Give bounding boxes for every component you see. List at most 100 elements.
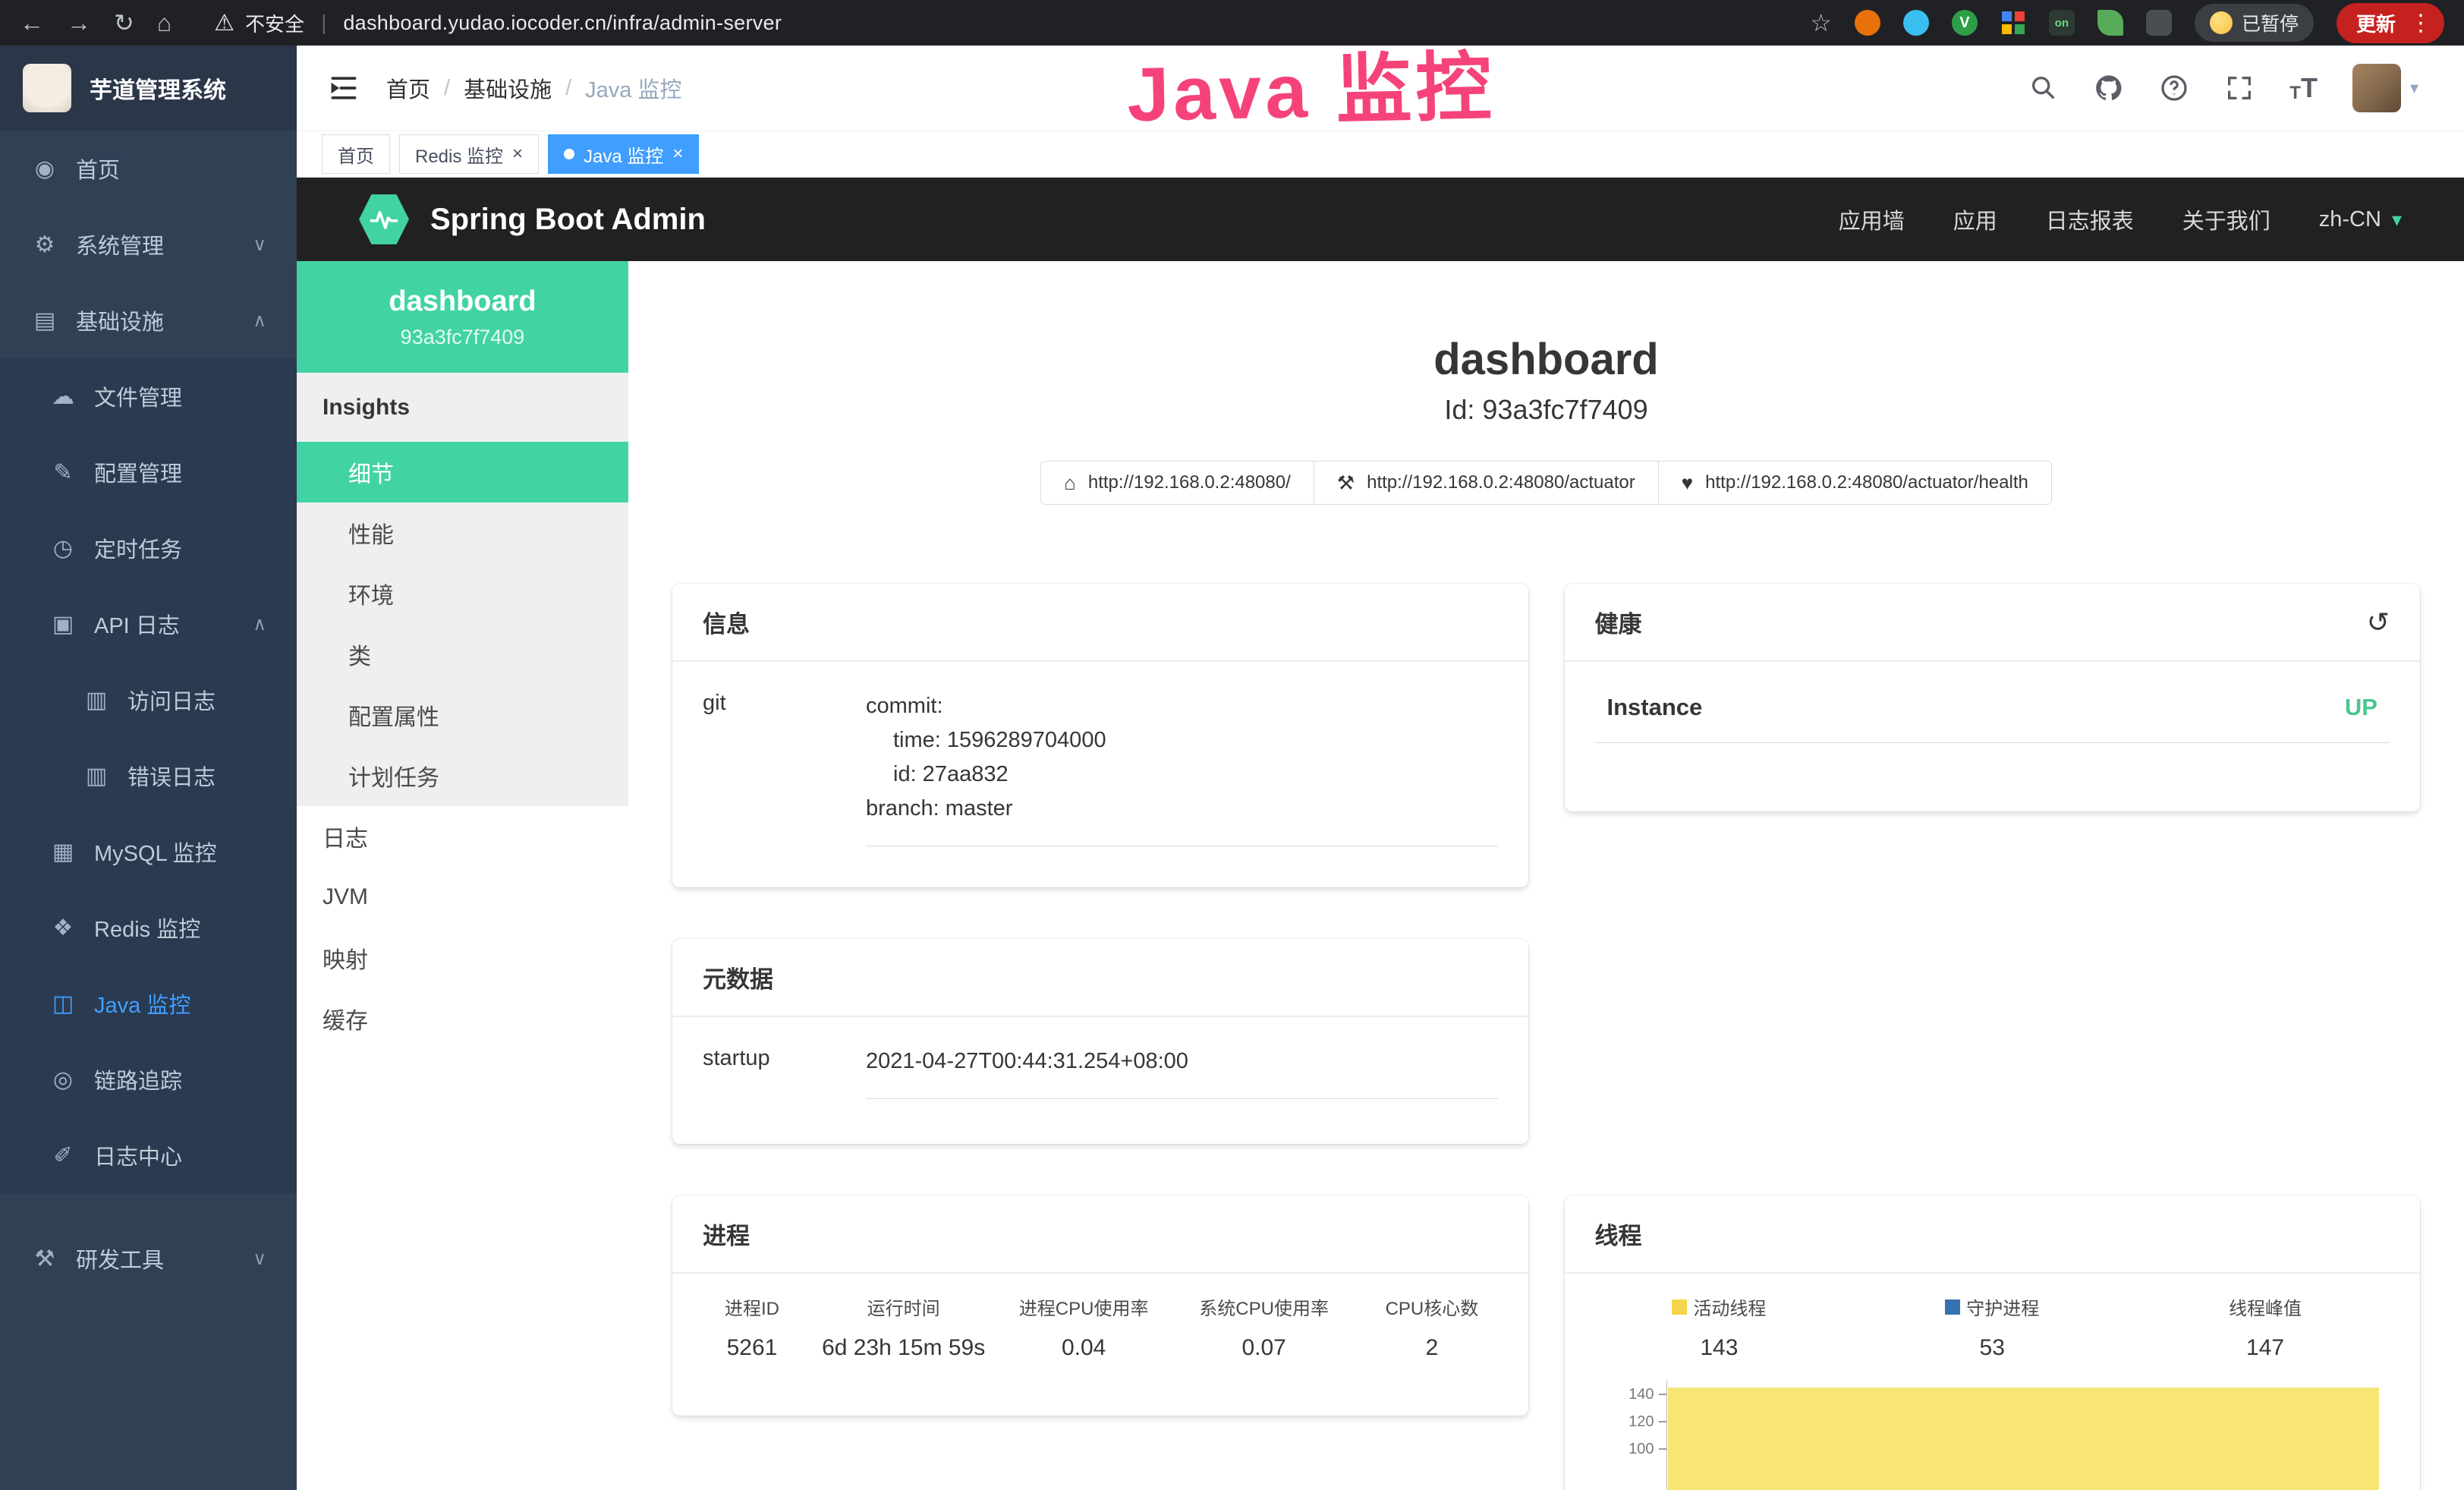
fullscreen-icon[interactable] — [2224, 73, 2255, 103]
sba-nav-journal[interactable]: 日志报表 — [2046, 203, 2134, 235]
breadcrumb-infrastructure[interactable]: 基础设施 — [464, 72, 552, 104]
menu-fold-icon[interactable] — [327, 71, 360, 105]
sidebar-item-error-logs[interactable]: ▥ 错误日志 — [0, 738, 297, 814]
thread-stats: 活动线程 143 守护进程 — [1583, 1293, 2403, 1361]
sba-item-environment[interactable]: 环境 — [297, 563, 628, 624]
stat-value: 53 — [1855, 1335, 2129, 1361]
forward-icon[interactable]: → — [67, 11, 91, 35]
reload-icon[interactable]: ↻ — [114, 11, 134, 35]
info-card-header: 信息 — [672, 584, 1528, 662]
item-label: 映射 — [323, 941, 368, 975]
metadata-card: 元数据 startup 2021-04-27T00:44:31.254+08:0… — [672, 939, 1528, 1144]
extension-icon-7[interactable] — [2146, 10, 2172, 36]
breadcrumb-home[interactable]: 首页 — [386, 72, 430, 104]
extension-icon-5[interactable]: on — [2049, 10, 2075, 36]
instance-links: ⌂ http://192.168.0.2:48080/ ⚒ http://192… — [672, 461, 2420, 505]
caret-down-icon: ▾ — [2410, 78, 2418, 98]
tab-label: Java 监控 — [584, 141, 663, 168]
profile-avatar-icon — [2210, 11, 2233, 34]
extension-icon-1[interactable] — [1855, 10, 1880, 36]
bookmark-star-icon[interactable]: ☆ — [1810, 11, 1832, 35]
sba-item-scheduled-tasks[interactable]: 计划任务 — [297, 745, 628, 806]
sidebar-item-system[interactable]: ⚙ 系统管理 ∨ — [0, 206, 297, 282]
link-text: http://192.168.0.2:48080/actuator — [1367, 472, 1635, 493]
sba-item-caches[interactable]: 缓存 — [297, 988, 628, 1049]
sba-nav-about[interactable]: 关于我们 — [2182, 203, 2270, 235]
sba-nav-applications[interactable]: 应用 — [1953, 203, 1997, 235]
sidebar-item-api-logs[interactable]: ▣ API 日志 ∧ — [0, 586, 297, 662]
stat-live-threads: 活动线程 143 — [1583, 1293, 1856, 1361]
col-value: 6d 23h 15m 59s — [820, 1335, 987, 1361]
tags-view-bar: 首页 Redis 监控 × Java 监控 × — [297, 131, 2464, 178]
sidebar-item-tracing[interactable]: ◎ 链路追踪 — [0, 1041, 297, 1117]
sba-brand[interactable]: Spring Boot Admin — [430, 203, 706, 237]
info-row-git: git commit: time: 1596289704000 id: 27aa… — [703, 689, 1498, 846]
help-icon[interactable] — [2159, 73, 2189, 103]
chart-plot-area — [1666, 1381, 2380, 1490]
user-menu[interactable]: ▾ — [2352, 64, 2418, 112]
instance-header[interactable]: dashboard 93a3fc7f7409 — [297, 261, 628, 373]
sidebar-item-infrastructure[interactable]: ▤ 基础设施 ∧ — [0, 282, 297, 358]
sidebar-item-scheduled-tasks[interactable]: ◷ 定时任务 — [0, 510, 297, 586]
history-icon[interactable]: ↺ — [2367, 606, 2390, 638]
sidebar-item-mysql-monitor[interactable]: ▦ MySQL 监控 — [0, 814, 297, 890]
screen: ← → ↻ ⌂ ⚠ 不安全 | dashboard.yudao.iocoder.… — [0, 0, 2464, 1490]
url-text[interactable]: dashboard.yudao.iocoder.cn/infra/admin-s… — [343, 11, 782, 35]
github-icon[interactable] — [2094, 73, 2124, 103]
sba-item-details[interactable]: 细节 — [297, 442, 628, 502]
back-icon[interactable]: ← — [20, 11, 44, 35]
font-size-icon[interactable]: TT — [2289, 72, 2318, 104]
threads-card-header: 线程 — [1565, 1195, 2421, 1274]
search-icon[interactable] — [2028, 73, 2059, 103]
sba-item-mappings[interactable]: 映射 — [297, 928, 628, 988]
caret-down-icon: ▾ — [2392, 208, 2402, 232]
sba-nav-wallboard[interactable]: 应用墙 — [1839, 203, 1905, 235]
app-header: 首页 / 基础设施 / Java 监控 — [297, 46, 2464, 131]
access-log-icon: ▥ — [82, 687, 111, 713]
sidebar-item-file-management[interactable]: ☁ 文件管理 — [0, 358, 297, 434]
address-bar[interactable]: ⚠ 不安全 | dashboard.yudao.iocoder.cn/infra… — [214, 9, 782, 37]
sba-sidebar: dashboard 93a3fc7f7409 Insights 细节 性能 环境… — [297, 261, 628, 1490]
close-icon[interactable]: × — [512, 145, 523, 163]
cards-grid: 信息 git commit: time: 1596289704000 id: 2 — [672, 584, 2420, 1490]
sidebar-item-home[interactable]: ◉ 首页 — [0, 131, 297, 206]
sba-item-classes[interactable]: 类 — [297, 624, 628, 685]
chrome-update-button[interactable]: 更新 ⋮ — [2337, 3, 2444, 43]
profile-paused-badge[interactable]: 已暂停 — [2195, 4, 2314, 42]
sba-item-metrics[interactable]: 性能 — [297, 502, 628, 563]
health-icon: ♥ — [1682, 471, 1693, 495]
tab-home[interactable]: 首页 — [322, 134, 390, 174]
sidebar-item-dev-tools[interactable]: ⚒ 研发工具 ∨ — [0, 1221, 297, 1296]
sidebar-item-config-management[interactable]: ✎ 配置管理 — [0, 434, 297, 510]
sba-item-config-props[interactable]: 配置属性 — [297, 685, 628, 745]
sidebar-item-log-center[interactable]: ✐ 日志中心 — [0, 1117, 297, 1193]
process-col-pid: 进程ID 5261 — [691, 1293, 813, 1361]
info-key: git — [703, 689, 866, 846]
browser-home-icon[interactable]: ⌂ — [157, 11, 172, 35]
sidebar-item-redis-monitor[interactable]: ❖ Redis 监控 — [0, 890, 297, 966]
sidebar-item-label: Redis 监控 — [94, 912, 200, 943]
extension-icon-4[interactable] — [2000, 10, 2026, 36]
extension-icon-2[interactable] — [1903, 10, 1929, 36]
app-logo-row[interactable]: 芋道管理系统 — [0, 46, 297, 131]
chrome-menu-icon[interactable]: ⋮ — [2409, 10, 2432, 36]
sba-item-jvm[interactable]: JVM — [297, 867, 628, 928]
tab-java-monitor[interactable]: Java 监控 × — [548, 134, 699, 174]
process-card-header: 进程 — [672, 1195, 1528, 1274]
actuator-url-button[interactable]: ⚒ http://192.168.0.2:48080/actuator — [1314, 461, 1659, 505]
locale-selector[interactable]: zh-CN ▾ — [2319, 207, 2402, 232]
y-tick-label: 140 — [1629, 1386, 1654, 1403]
gear-icon: ⚙ — [30, 232, 59, 258]
chart-y-axis: 140 120 100 — [1583, 1381, 1666, 1490]
extension-icon-6[interactable] — [2097, 10, 2123, 36]
service-url-button[interactable]: ⌂ http://192.168.0.2:48080/ — [1040, 461, 1314, 505]
sidebar-item-java-monitor[interactable]: ◫ Java 监控 — [0, 966, 297, 1041]
tab-redis-monitor[interactable]: Redis 监控 × — [399, 134, 539, 174]
close-icon[interactable]: × — [672, 145, 683, 163]
sba-item-logs[interactable]: 日志 — [297, 806, 628, 867]
app-sidebar: 芋道管理系统 ◉ 首页 ⚙ 系统管理 ∨ ▤ 基础设施 ∧ — [0, 46, 297, 1490]
extension-icon-3[interactable]: V — [1952, 10, 1978, 36]
health-url-button[interactable]: ♥ http://192.168.0.2:48080/actuator/heal… — [1658, 461, 2052, 505]
sidebar-item-access-logs[interactable]: ▥ 访问日志 — [0, 662, 297, 738]
health-instance-row[interactable]: Instance UP — [1595, 689, 2390, 743]
